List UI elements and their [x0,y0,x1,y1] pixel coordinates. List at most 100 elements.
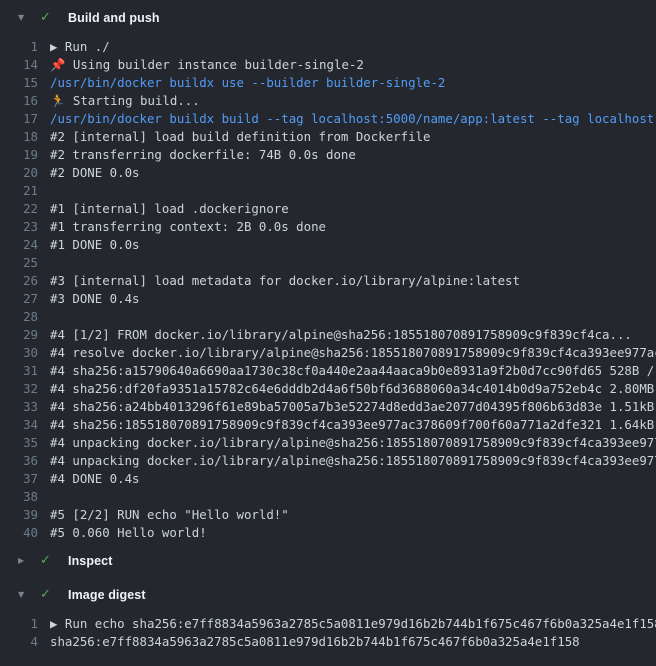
check-icon: ✓ [40,585,56,605]
log-line: 31 #4 sha256:a15790640a6690aa1730c38cf0a4… [0,362,656,380]
line-text: #4 sha256:df20fa9351a15782c64e6dddb2d4a6… [50,380,656,398]
log-line: 26 #3 [internal] load metadata for docker… [0,272,656,290]
actions-log-viewer: ▼ ✓ Build and push 1 ▶ Run ./14📌 Using build… [0,8,656,651]
log-line: 14📌 Using builder instance builder-singl… [0,56,656,74]
log-line: 32 #4 sha256:df20fa9351a15782c64e6dddb2d4… [0,380,656,398]
line-number[interactable]: 33 [0,398,38,416]
line-text: #4 unpacking docker.io/library/alpine@sh… [50,452,656,470]
line-number[interactable]: 23 [0,218,38,236]
line-text: #1 transferring context: 2B 0.0s done [50,218,326,236]
line-number[interactable]: 30 [0,344,38,362]
log-line: 20 #2 DONE 0.0s [0,164,656,182]
log-line: 29#4 [1/2] FROM docker.io/library/alpine… [0,326,656,344]
line-number[interactable]: 15 [0,74,38,92]
check-icon: ✓ [40,8,56,28]
line-number[interactable]: 21 [0,182,38,200]
line-text: /usr/bin/docker buildx build --tag local… [50,110,656,128]
line-number[interactable]: 25 [0,254,38,272]
section-build-and-push: ▼ ✓ Build and push 1 ▶ Run ./14📌 Using build… [0,8,656,542]
log-lines: 1 ▶ Run echo sha256:e7ff8834a5963a2785c5a… [0,615,656,651]
section-title: Inspect [68,554,112,568]
section-title: Image digest [68,588,146,602]
line-number[interactable]: 26 [0,272,38,290]
log-line: 40 #5 0.060 Hello world! [0,524,656,542]
log-line: 23 #1 transferring context: 2B 0.0s done [0,218,656,236]
line-number[interactable]: 37 [0,470,38,488]
line-text: sha256:e7ff8834a5963a2785c5a0811e979d16b… [50,633,580,651]
section-header-build-and-push[interactable]: ▼ ✓ Build and push [0,8,656,28]
section-header-image-digest[interactable]: ▼ ✓ Image digest [0,585,656,605]
section-inspect: ▶✓Inspect [0,551,656,571]
line-number[interactable]: 29 [0,326,38,344]
line-number[interactable]: 27 [0,290,38,308]
line-text: #1 [internal] load .dockerignore [50,200,289,218]
log-line: 36 #4 unpacking docker.io/library/alpine@… [0,452,656,470]
line-text: ▶ Run echo sha256:e7ff8834a5963a2785c5a0… [50,615,656,633]
log-line: 1 ▶ Run echo sha256:e7ff8834a5963a2785c5a… [0,615,656,633]
line-number[interactable]: 31 [0,362,38,380]
line-text: #4 sha256:a15790640a6690aa1730c38cf0a440… [50,362,656,380]
line-number[interactable]: 32 [0,380,38,398]
line-number[interactable]: 17 [0,110,38,128]
section-image-digest: ▼ ✓ Image digest 1 ▶ Run echo sha256:e7ff883… [0,585,656,651]
log-line: 21 [0,182,656,200]
line-text: #4 DONE 0.4s [50,470,140,488]
log-line: 4 sha256:e7ff8834a5963a2785c5a0811e979d16… [0,633,656,651]
expander-icon[interactable]: ▶ [50,616,65,631]
line-text: ▶ Run ./ [50,38,110,56]
log-line: 34 #4 sha256:185518070891758909c9f839cf4c… [0,416,656,434]
line-number[interactable]: 38 [0,488,38,506]
log-line: 39 #5 [2/2] RUN echo "Hello world!" [0,506,656,524]
log-line: 1 ▶ Run ./ [0,38,656,56]
line-number[interactable]: 40 [0,524,38,542]
line-text: #3 DONE 0.4s [50,290,140,308]
expander-icon[interactable]: ▶ [50,39,65,54]
line-number[interactable]: 14 [0,56,38,74]
chevron-down-icon[interactable]: ▼ [18,585,34,605]
log-line: 30 #4 resolve docker.io/library/alpine@sh… [0,344,656,362]
line-text: /usr/bin/docker buildx use --builder bui… [50,74,445,92]
line-text: #3 [internal] load metadata for docker.i… [50,272,520,290]
section-header-inspect[interactable]: ▶✓Inspect [0,551,656,571]
line-number[interactable]: 22 [0,200,38,218]
chevron-down-icon[interactable]: ▼ [18,8,34,28]
line-text: #2 [internal] load build definition from… [50,128,430,146]
log-lines: 1 ▶ Run ./14📌 Using builder instance buil… [0,38,656,542]
line-text: #5 0.060 Hello world! [50,524,207,542]
line-number[interactable]: 1 [0,615,38,633]
chevron-right-icon[interactable]: ▶ [18,551,34,571]
line-text: #1 DONE 0.0s [50,236,140,254]
line-number[interactable]: 16 [0,92,38,110]
log-line: 17/usr/bin/docker buildx build --tag loc… [0,110,656,128]
line-text: #4 resolve docker.io/library/alpine@sha2… [50,344,656,362]
line-text: #4 sha256:a24bb4013296f61e89ba57005a7b3e… [50,398,656,416]
line-number[interactable]: 1 [0,38,38,56]
line-text: #2 transferring dockerfile: 74B 0.0s don… [50,146,356,164]
line-number[interactable]: 39 [0,506,38,524]
log-line: 24 #1 DONE 0.0s [0,236,656,254]
log-line: 33 #4 sha256:a24bb4013296f61e89ba57005a7b… [0,398,656,416]
log-line: 28 [0,308,656,326]
line-text: #2 DONE 0.0s [50,164,140,182]
log-line: 22 #1 [internal] load .dockerignore [0,200,656,218]
line-number[interactable]: 4 [0,633,38,651]
log-line: 18 #2 [internal] load build definition fr… [0,128,656,146]
line-number[interactable]: 24 [0,236,38,254]
log-line: 37 #4 DONE 0.4s [0,470,656,488]
line-text: 🏃 Starting build... [50,92,200,110]
line-text: #5 [2/2] RUN echo "Hello world!" [50,506,289,524]
log-line: 16 🏃 Starting build... [0,92,656,110]
section-title: Build and push [68,11,160,25]
log-line: 19 #2 transferring dockerfile: 74B 0.0s d… [0,146,656,164]
line-number[interactable]: 18 [0,128,38,146]
line-text: #4 sha256:185518070891758909c9f839cf4ca3… [50,416,656,434]
line-number[interactable]: 19 [0,146,38,164]
line-number[interactable]: 35 [0,434,38,452]
line-number[interactable]: 28 [0,308,38,326]
line-number[interactable]: 34 [0,416,38,434]
log-line: 38 [0,488,656,506]
log-line: 27 #3 DONE 0.4s [0,290,656,308]
line-number[interactable]: 36 [0,452,38,470]
line-number[interactable]: 20 [0,164,38,182]
log-line: 25 [0,254,656,272]
